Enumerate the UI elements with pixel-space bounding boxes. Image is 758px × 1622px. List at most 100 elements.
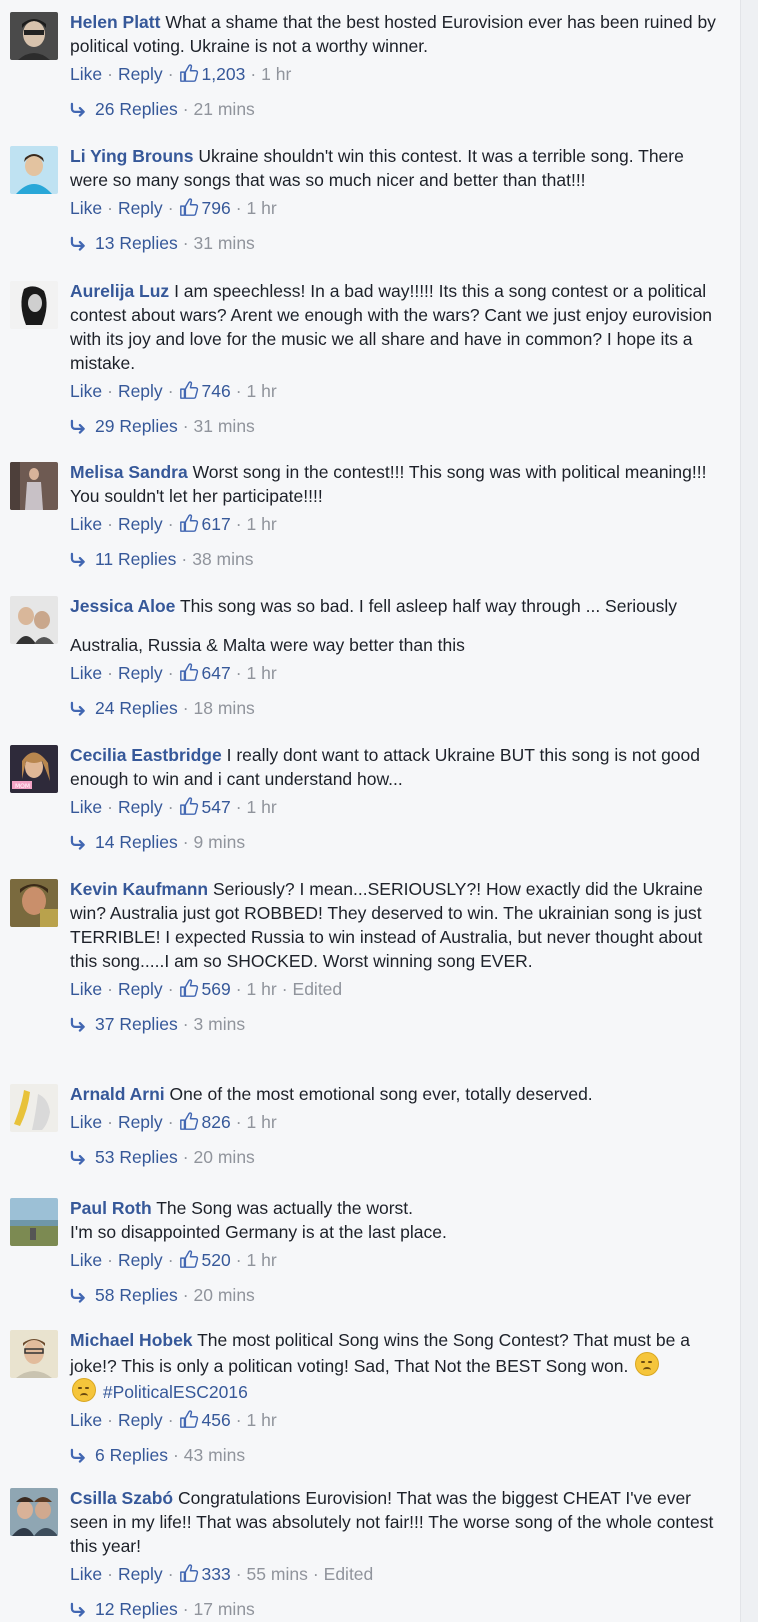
avatar[interactable] bbox=[10, 146, 58, 194]
like-link[interactable]: Like bbox=[70, 1564, 102, 1584]
comment-actions: Like · Reply · 826 · 1 hr bbox=[70, 1111, 277, 1132]
scrollbar[interactable] bbox=[740, 0, 758, 1622]
timestamp[interactable]: 1 hr bbox=[247, 381, 277, 401]
author-name[interactable]: Jessica Aloe bbox=[70, 596, 175, 616]
reply-link[interactable]: Reply bbox=[118, 381, 163, 401]
reply-link[interactable]: Reply bbox=[118, 797, 163, 817]
timestamp[interactable]: 1 hr bbox=[247, 1410, 277, 1430]
replies-row: 14 Replies · 9 mins bbox=[70, 830, 720, 854]
thumbs-up-icon[interactable] bbox=[179, 1563, 199, 1583]
replies-link[interactable]: 53 Replies bbox=[95, 1147, 178, 1167]
timestamp[interactable]: 1 hr bbox=[261, 64, 291, 84]
author-name[interactable]: Arnald Arni bbox=[70, 1084, 165, 1104]
avatar[interactable] bbox=[10, 281, 58, 329]
timestamp[interactable]: 1 hr bbox=[247, 198, 277, 218]
like-count[interactable]: 569 bbox=[202, 979, 231, 999]
thumbs-up-icon[interactable] bbox=[179, 513, 199, 533]
like-count[interactable]: 333 bbox=[202, 1564, 231, 1584]
replies-link[interactable]: 11 Replies bbox=[95, 549, 176, 569]
timestamp[interactable]: 1 hr bbox=[247, 663, 277, 683]
timestamp[interactable]: 1 hr bbox=[247, 797, 277, 817]
author-name[interactable]: Li Ying Brouns bbox=[70, 146, 193, 166]
avatar[interactable] bbox=[10, 1488, 58, 1536]
like-link[interactable]: Like bbox=[70, 198, 102, 218]
timestamp[interactable]: 1 hr bbox=[247, 1112, 277, 1132]
author-name[interactable]: Aurelija Luz bbox=[70, 281, 169, 301]
thumbs-up-icon[interactable] bbox=[179, 1249, 199, 1269]
thumbs-up-icon[interactable] bbox=[179, 978, 199, 998]
author-name[interactable]: Michael Hobek bbox=[70, 1330, 193, 1350]
replies-row: 53 Replies · 20 mins bbox=[70, 1145, 720, 1169]
timestamp[interactable]: 1 hr bbox=[247, 514, 277, 534]
thumbs-up-icon[interactable] bbox=[179, 662, 199, 682]
like-count[interactable]: 617 bbox=[202, 514, 231, 534]
like-link[interactable]: Like bbox=[70, 1410, 102, 1430]
like-link[interactable]: Like bbox=[70, 514, 102, 534]
like-count[interactable]: 1,203 bbox=[202, 64, 246, 84]
avatar[interactable]: MOM bbox=[10, 745, 58, 793]
replies-link[interactable]: 12 Replies bbox=[95, 1599, 178, 1619]
reply-link[interactable]: Reply bbox=[118, 1250, 163, 1270]
like-count[interactable]: 456 bbox=[202, 1410, 231, 1430]
like-link[interactable]: Like bbox=[70, 381, 102, 401]
timestamp[interactable]: 55 mins bbox=[247, 1564, 308, 1584]
replies-link[interactable]: 13 Replies bbox=[95, 233, 178, 253]
replies-link[interactable]: 26 Replies bbox=[95, 99, 178, 119]
avatar[interactable] bbox=[10, 596, 58, 644]
timestamp[interactable]: 1 hr bbox=[247, 1250, 277, 1270]
reply-link[interactable]: Reply bbox=[118, 1564, 163, 1584]
reply-link[interactable]: Reply bbox=[118, 1112, 163, 1132]
reply-link[interactable]: Reply bbox=[118, 198, 163, 218]
reply-link[interactable]: Reply bbox=[118, 979, 163, 999]
author-name[interactable]: Csilla Szabó bbox=[70, 1488, 173, 1508]
thumbs-up-icon[interactable] bbox=[179, 796, 199, 816]
like-link[interactable]: Like bbox=[70, 663, 102, 683]
like-count[interactable]: 746 bbox=[202, 381, 231, 401]
thumbs-up-icon[interactable] bbox=[179, 380, 199, 400]
like-link[interactable]: Like bbox=[70, 797, 102, 817]
like-count[interactable]: 647 bbox=[202, 663, 231, 683]
edited-label[interactable]: Edited bbox=[324, 1564, 374, 1584]
avatar[interactable] bbox=[10, 12, 58, 60]
replies-link[interactable]: 6 Replies bbox=[95, 1445, 168, 1465]
like-link[interactable]: Like bbox=[70, 979, 102, 999]
avatar[interactable] bbox=[10, 1084, 58, 1132]
like-link[interactable]: Like bbox=[70, 1112, 102, 1132]
svg-text:MOM: MOM bbox=[15, 783, 30, 790]
avatar[interactable] bbox=[10, 1330, 58, 1378]
reply-link[interactable]: Reply bbox=[118, 1410, 163, 1430]
author-name[interactable]: Melisa Sandra bbox=[70, 462, 188, 482]
reply-link[interactable]: Reply bbox=[118, 64, 163, 84]
reply-arrow-icon bbox=[70, 1448, 87, 1463]
like-count[interactable]: 520 bbox=[202, 1250, 231, 1270]
author-name[interactable]: Kevin Kaufmann bbox=[70, 879, 208, 899]
thumbs-up-icon[interactable] bbox=[179, 197, 199, 217]
replies-time: 3 mins bbox=[193, 1014, 246, 1034]
like-count[interactable]: 796 bbox=[202, 198, 231, 218]
author-name[interactable]: Helen Platt bbox=[70, 12, 160, 32]
like-link[interactable]: Like bbox=[70, 64, 102, 84]
reply-arrow-icon bbox=[70, 102, 87, 117]
author-name[interactable]: Cecilia Eastbridge bbox=[70, 745, 222, 765]
avatar[interactable] bbox=[10, 879, 58, 927]
replies-link[interactable]: 24 Replies bbox=[95, 698, 178, 718]
reply-link[interactable]: Reply bbox=[118, 663, 163, 683]
replies-link[interactable]: 14 Replies bbox=[95, 832, 178, 852]
replies-link[interactable]: 37 Replies bbox=[95, 1014, 178, 1034]
replies-link[interactable]: 29 Replies bbox=[95, 416, 178, 436]
like-count[interactable]: 826 bbox=[202, 1112, 231, 1132]
thumbs-up-icon[interactable] bbox=[179, 1409, 199, 1429]
comment-text: The Song was actually the worst. bbox=[156, 1198, 414, 1218]
avatar[interactable] bbox=[10, 1198, 58, 1246]
hashtag-link[interactable]: #PoliticalESC2016 bbox=[103, 1382, 248, 1402]
reply-link[interactable]: Reply bbox=[118, 514, 163, 534]
avatar[interactable] bbox=[10, 462, 58, 510]
thumbs-up-icon[interactable] bbox=[179, 1111, 199, 1131]
like-count[interactable]: 547 bbox=[202, 797, 231, 817]
thumbs-up-icon[interactable] bbox=[179, 63, 199, 83]
replies-link[interactable]: 58 Replies bbox=[95, 1285, 178, 1305]
author-name[interactable]: Paul Roth bbox=[70, 1198, 152, 1218]
edited-label[interactable]: Edited bbox=[293, 979, 343, 999]
like-link[interactable]: Like bbox=[70, 1250, 102, 1270]
timestamp[interactable]: 1 hr bbox=[247, 979, 277, 999]
